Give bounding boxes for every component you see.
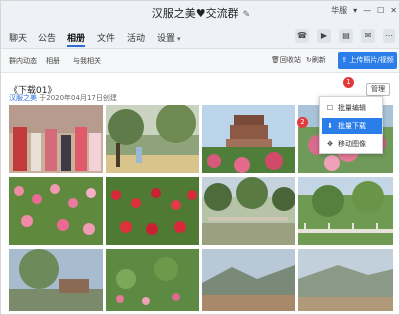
menu-item-batch-edit[interactable]: ☐ 批量编辑 [322,100,382,116]
photo-thumbnail[interactable] [106,105,199,173]
download-icon: ⬇ [327,122,333,130]
chevron-down-icon: ▾ [177,35,181,43]
photo-flower-bed [106,249,199,311]
edit-icon[interactable]: ✎ [243,10,251,20]
tab-announcement[interactable]: 公告 [38,31,56,44]
photo-thumbnail[interactable] [298,249,393,311]
tab-settings[interactable]: 设置 ▾ [157,31,181,44]
move-icon: ✥ [327,140,333,148]
recycle-bin-button[interactable]: 🗑回收站 [271,55,301,65]
active-tab-indicator [67,45,85,47]
step-badge-2: 2 [297,117,308,128]
upload-button[interactable]: ⇪ 上传照片/视频 [338,52,397,69]
photo-park-plaza [202,177,295,245]
photo-tulips-red [106,177,199,245]
photo-valley-view [298,249,393,311]
photo-tower-flowers [202,105,295,173]
qq-group-album-window: 汉服之美♥交流群 ✎ 华服 ▾ — ☐ ✕ 聊天 公告 相册 文件 活动 设置 ▾ … [0,0,400,315]
dropdown-icon[interactable]: ▾ [353,6,357,15]
menu-item-batch-download[interactable]: ⬇ 批量下载 [322,118,382,134]
video-icon[interactable]: ▶ [317,29,331,43]
tab-bar: 聊天 公告 相册 文件 活动 设置 ▾ ☎ ▶ ▤ ✉ ⋯ [1,25,399,49]
maximize-icon[interactable]: ☐ [377,6,384,15]
menu-item-label: 批量下载 [338,122,366,130]
tab-activities[interactable]: 活动 [127,31,145,44]
window-controls: 华服 ▾ — ☐ ✕ [331,5,397,16]
photo-thumbnail[interactable] [9,177,103,245]
menu-item-label: 移动图像 [338,140,366,148]
phone-icon[interactable]: ☎ [295,29,309,43]
subtab-album[interactable]: 相册 [46,56,60,66]
album-created-date: 于2020年04月17日创建 [39,94,117,102]
photo-thumbnail[interactable] [298,177,393,245]
manage-dropdown-menu: ☐ 批量编辑 ⬇ 批量下载 ✥ 移动图像 [319,96,383,154]
more-icon[interactable]: ⋯ [383,29,395,43]
subtab-group-feed[interactable]: 群内动态 [9,56,37,66]
tab-settings-label: 设置 [157,34,176,44]
photo-thumbnail[interactable] [202,249,295,311]
album-toolbar: 群内动态 相册 与我相关 🗑回收站 ↻刷新 ⇪ 上传照片/视频 [1,49,399,73]
title-bar: 汉服之美♥交流群 ✎ 华服 ▾ — ☐ ✕ [1,1,399,25]
refresh-button[interactable]: ↻刷新 [306,55,326,65]
minimize-icon[interactable]: — [363,6,371,15]
album-owner-link[interactable]: 汉服之美 [9,94,37,102]
group-name: 汉服之美♥交流群 [151,7,239,20]
close-icon[interactable]: ✕ [390,6,397,15]
edit-icon: ☐ [326,104,334,112]
photo-tulips-pink [9,177,103,245]
recycle-bin-label: 回收站 [279,56,301,64]
menu-item-move-images[interactable]: ✥ 移动图像 [322,136,382,152]
trash-icon: 🗑 [271,56,280,64]
menu-item-label: 批量编辑 [338,104,366,112]
photo-thumbnail[interactable] [202,177,295,245]
photo-thumbnail[interactable] [106,249,199,311]
photo-thumbnail[interactable] [9,249,103,311]
photo-thumbnail[interactable] [9,105,103,173]
step-badge-1: 1 [343,77,354,88]
photo-thumbnail[interactable] [202,105,295,173]
upload-label: 上传照片/视频 [349,56,394,64]
tab-files[interactable]: 文件 [97,31,115,44]
photo-railing-garden [298,177,393,245]
chat-icon[interactable]: ✉ [361,29,375,43]
subtab-related-to-me[interactable]: 与我相关 [73,56,101,66]
manage-button[interactable]: 管理 [366,83,390,96]
photo-garden-trees [106,105,199,173]
tab-chat[interactable]: 聊天 [9,31,27,44]
photo-willow-pond [9,249,103,311]
photo-crowd-hanfu [9,105,103,173]
photo-thumbnail[interactable] [106,177,199,245]
tab-album[interactable]: 相册 [67,31,85,44]
photo-mountain-view [202,249,295,311]
refresh-label: 刷新 [311,56,326,64]
note-icon[interactable]: ▤ [339,29,353,43]
upload-icon: ⇪ [341,56,348,64]
skin-label[interactable]: 华服 [331,5,347,16]
album-meta: 汉服之美 于2020年04月17日创建 [9,93,117,103]
